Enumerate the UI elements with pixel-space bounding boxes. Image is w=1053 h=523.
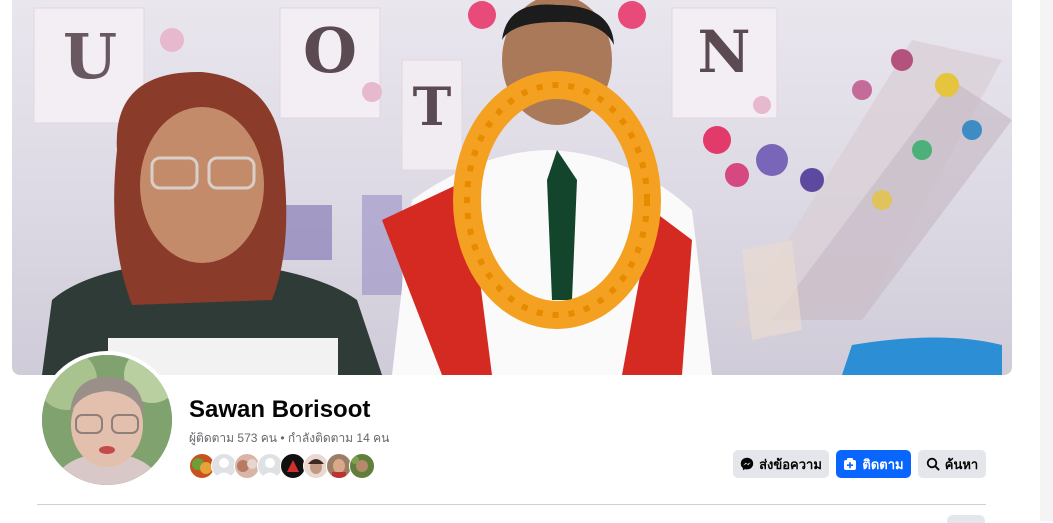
cover-letter: O (303, 14, 357, 87)
search-button[interactable]: ค้นหา (918, 450, 986, 478)
follow-button-label: ติดตาม (862, 456, 904, 472)
profile-follow-stats[interactable]: ผู้ติดตาม 573 คน • กำลังติดตาม 14 คน (189, 429, 389, 448)
profile-header-divider (37, 504, 986, 505)
cover-person-graduate (382, 0, 712, 375)
follow-button[interactable]: ติดตาม (836, 450, 911, 478)
profile-name: Sawan Borisoot (189, 396, 371, 423)
search-button-label: ค้นหา (944, 456, 979, 472)
message-button[interactable]: ส่งข้อความ (733, 450, 829, 478)
follow-icon (844, 458, 857, 470)
cover-letter: T (413, 77, 452, 138)
search-icon (926, 457, 940, 471)
more-options-button[interactable] (947, 515, 985, 523)
cover-photo-image: U O T N (33, 0, 1012, 375)
messenger-icon (740, 457, 754, 471)
cover-photo[interactable]: U O T N (12, 0, 1012, 375)
page-scrollbar[interactable] (1040, 0, 1053, 521)
profile-avatar-image (42, 355, 172, 485)
cover-letter: N (697, 18, 750, 86)
message-button-label: ส่งข้อความ (759, 456, 822, 472)
cover-letter: U (63, 20, 117, 93)
profile-avatar[interactable] (38, 351, 176, 489)
follower-avatar[interactable] (349, 453, 375, 479)
